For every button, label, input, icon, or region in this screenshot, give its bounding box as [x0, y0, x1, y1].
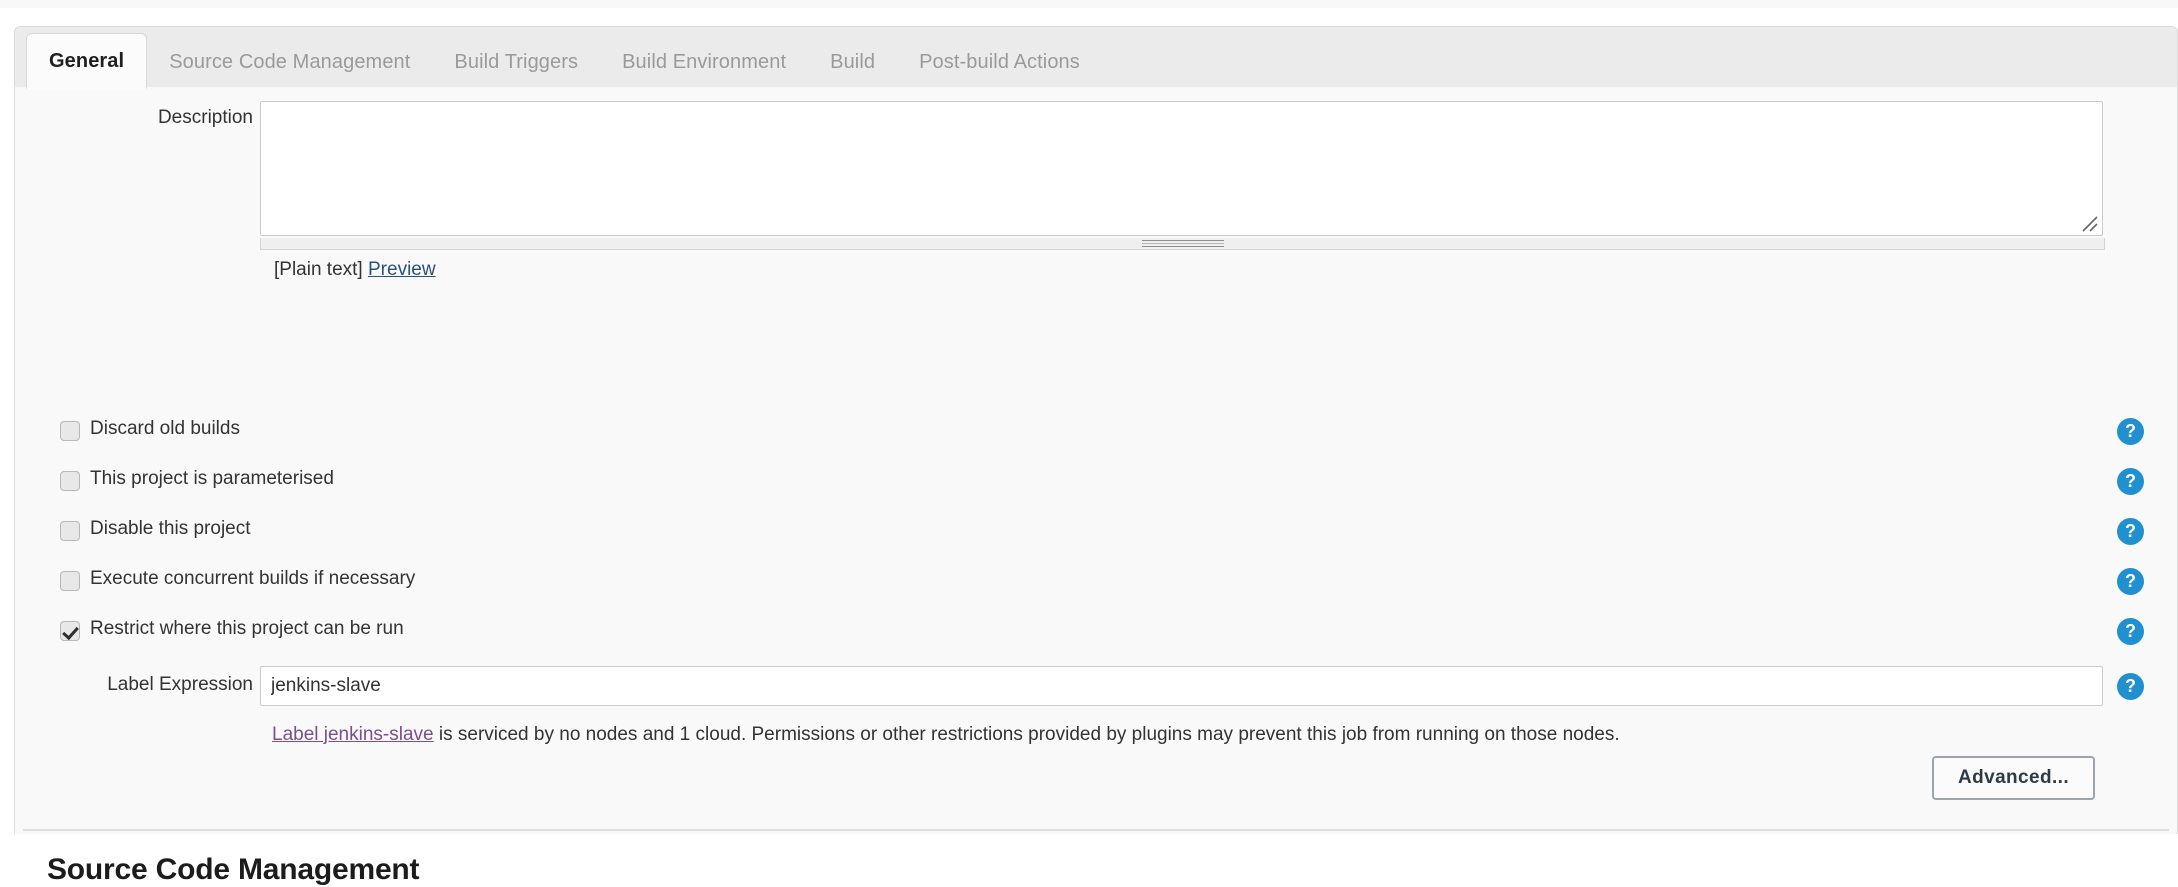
tab-build[interactable]: Build [808, 36, 897, 88]
row-disable-this-project: Disable this project [15, 518, 2177, 546]
label-expression-note-rest: is serviced by no nodes and 1 cloud. Per… [433, 724, 1620, 745]
top-strip [0, 0, 2178, 8]
label-jenkins-slave-link[interactable]: Label jenkins-slave [272, 724, 434, 745]
tab-build-triggers[interactable]: Build Triggers [432, 36, 600, 88]
help-icon-label-expression[interactable]: ? [2117, 673, 2144, 700]
help-icon-this-project-is-parameterised[interactable]: ? [2117, 468, 2144, 495]
drag-handle-icon [1141, 240, 1224, 247]
preview-link[interactable]: Preview [368, 259, 436, 280]
checkbox-disable-this-project[interactable] [60, 521, 80, 541]
row-discard-old-builds: Discard old builds [15, 418, 2177, 446]
general-config-panel: Description [Plain text] Preview Discard… [14, 87, 2178, 886]
description-textarea[interactable] [260, 101, 2103, 236]
section-heading-source-code-management: Source Code Management [47, 853, 420, 886]
checkbox-this-project-is-parameterised[interactable] [60, 471, 80, 491]
row-restrict-where-project-can-be-run: Restrict where this project can be run [15, 618, 2177, 646]
label-discard-old-builds[interactable]: Discard old builds [90, 418, 240, 440]
help-icon-disable-this-project[interactable]: ? [2117, 518, 2144, 545]
row-execute-concurrent-builds: Execute concurrent builds if necessary [15, 568, 2177, 596]
section-divider [23, 829, 2169, 831]
label-restrict-where-project-can-be-run[interactable]: Restrict where this project can be run [90, 618, 404, 640]
label-disable-this-project[interactable]: Disable this project [90, 518, 251, 540]
help-icon-execute-concurrent-builds[interactable]: ? [2117, 568, 2144, 595]
row-this-project-is-parameterised: This project is parameterised [15, 468, 2177, 496]
label-expression-label: Label Expression [107, 674, 253, 695]
advanced-button[interactable]: Advanced... [1932, 756, 2095, 800]
tab-post-build-actions[interactable]: Post-build Actions [897, 36, 1102, 88]
label-execute-concurrent-builds[interactable]: Execute concurrent builds if necessary [90, 568, 415, 590]
label-expression-input[interactable] [260, 666, 2103, 706]
checkbox-restrict-where-project-can-be-run[interactable] [60, 621, 80, 641]
checkbox-discard-old-builds[interactable] [60, 421, 80, 441]
label-expression-note: Label jenkins-slave is serviced by no no… [272, 724, 1620, 746]
tab-general[interactable]: General [26, 33, 148, 89]
description-resize-bar[interactable] [260, 238, 2105, 250]
checkbox-execute-concurrent-builds[interactable] [60, 571, 80, 591]
plain-text-note: [Plain text] [274, 259, 363, 280]
tab-source-code-management[interactable]: Source Code Management [147, 36, 432, 88]
config-tab-bar: General Source Code Management Build Tri… [14, 26, 2178, 89]
help-icon-discard-old-builds[interactable]: ? [2117, 418, 2144, 445]
description-label: Description [157, 107, 253, 128]
tab-build-environment[interactable]: Build Environment [600, 36, 808, 88]
description-format-line: [Plain text] Preview [274, 259, 436, 281]
label-this-project-is-parameterised[interactable]: This project is parameterised [90, 468, 334, 490]
help-icon-restrict-where-project-can-be-run[interactable]: ? [2117, 618, 2144, 645]
